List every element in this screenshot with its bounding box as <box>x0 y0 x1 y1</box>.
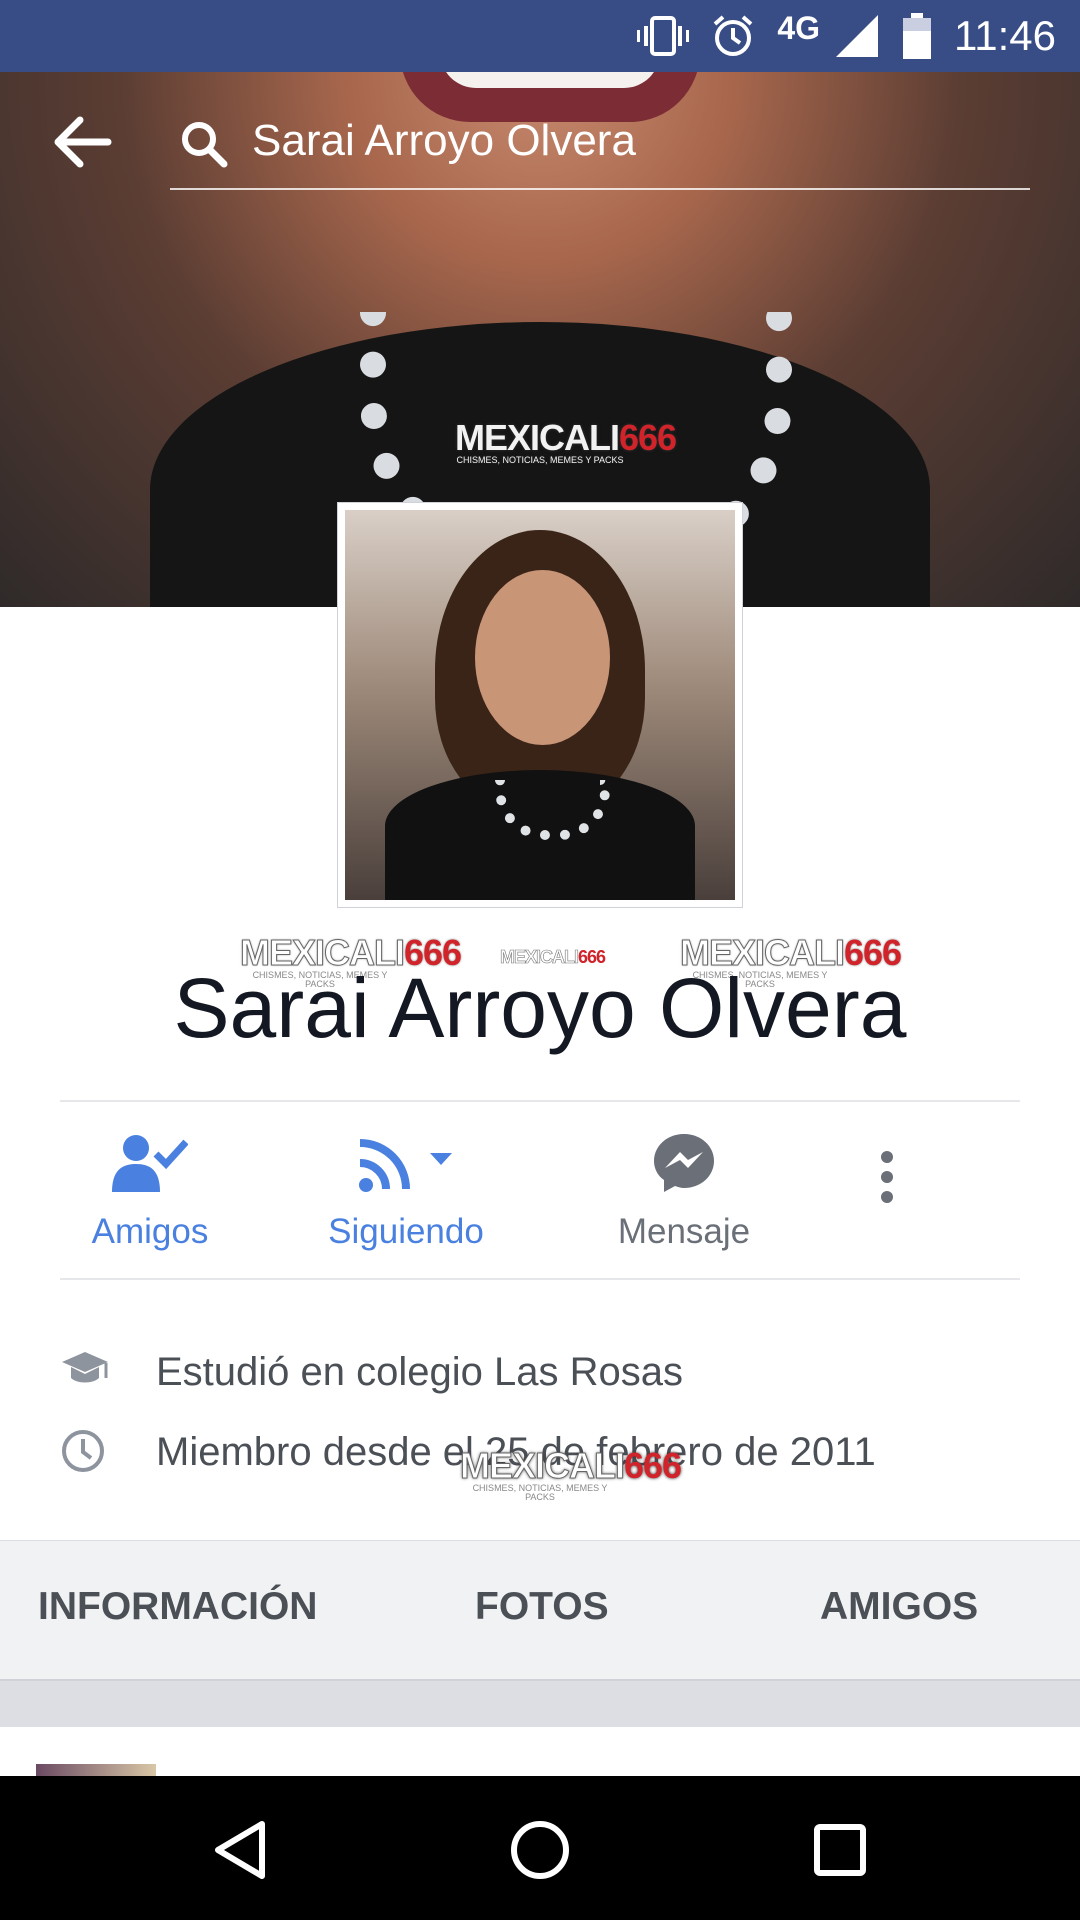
following-label: Siguiendo <box>328 1212 484 1251</box>
message-label: Mensaje <box>617 1212 751 1251</box>
nav-recents-icon[interactable] <box>800 1810 880 1890</box>
nav-back-icon[interactable] <box>200 1810 280 1890</box>
messenger-icon <box>652 1132 716 1199</box>
message-button[interactable]: Mensaje <box>574 1104 794 1280</box>
search-input[interactable]: Sarai Arroyo Olvera <box>252 116 636 166</box>
tab-photos[interactable]: FOTOS <box>475 1585 609 1629</box>
alarm-icon <box>711 14 755 58</box>
watermark-logo: MEXICALI666 CHISMES, NOTICIAS, MEMES Y P… <box>455 417 677 465</box>
education-text: Estudió en colegio Las Rosas <box>156 1350 683 1394</box>
status-bar: 4G 11:46 <box>0 0 1080 72</box>
section-separator <box>0 1681 1080 1727</box>
search-icon[interactable] <box>180 120 228 173</box>
search-bar: Sarai Arroyo Olvera <box>0 72 1080 202</box>
divider <box>60 1278 1020 1280</box>
profile-name: Sarai Arroyo Olvera <box>173 961 907 1055</box>
profile-tabs: INFORMACIÓN FOTOS AMIGOS <box>0 1540 1080 1682</box>
search-underline <box>170 188 1030 190</box>
profile-picture[interactable] <box>337 502 743 908</box>
signal-icon <box>834 13 880 59</box>
system-navigation-bar <box>0 1776 1080 1920</box>
graduation-cap-icon <box>60 1348 110 1398</box>
vibrate-icon <box>637 16 690 56</box>
friends-button[interactable]: Amigos <box>40 1104 260 1280</box>
battery-icon <box>902 13 932 59</box>
more-options-button[interactable] <box>837 1104 937 1280</box>
tab-friends[interactable]: AMIGOS <box>820 1585 978 1629</box>
friends-label: Amigos <box>91 1212 209 1251</box>
clock-time: 11:46 <box>954 12 1056 59</box>
following-rss-icon <box>356 1133 456 1198</box>
feed-preview <box>0 1727 1080 1784</box>
profile-actions: Amigos Siguiendo Mensaje <box>60 1104 1020 1280</box>
back-arrow-icon[interactable] <box>52 116 112 168</box>
more-vertical-icon <box>879 1150 895 1209</box>
network-type: 4G <box>777 9 820 46</box>
following-button[interactable]: Siguiendo <box>296 1104 516 1280</box>
clock-icon <box>60 1428 110 1478</box>
nav-home-icon[interactable] <box>500 1810 580 1890</box>
divider <box>60 1100 1020 1102</box>
tab-information[interactable]: INFORMACIÓN <box>38 1585 317 1629</box>
watermark-logo: MEXICALI666 CHISMES, NOTICIAS, MEMES Y P… <box>459 1445 682 1502</box>
info-education: Estudió en colegio Las Rosas <box>60 1342 1020 1402</box>
friends-check-icon <box>112 1132 189 1199</box>
